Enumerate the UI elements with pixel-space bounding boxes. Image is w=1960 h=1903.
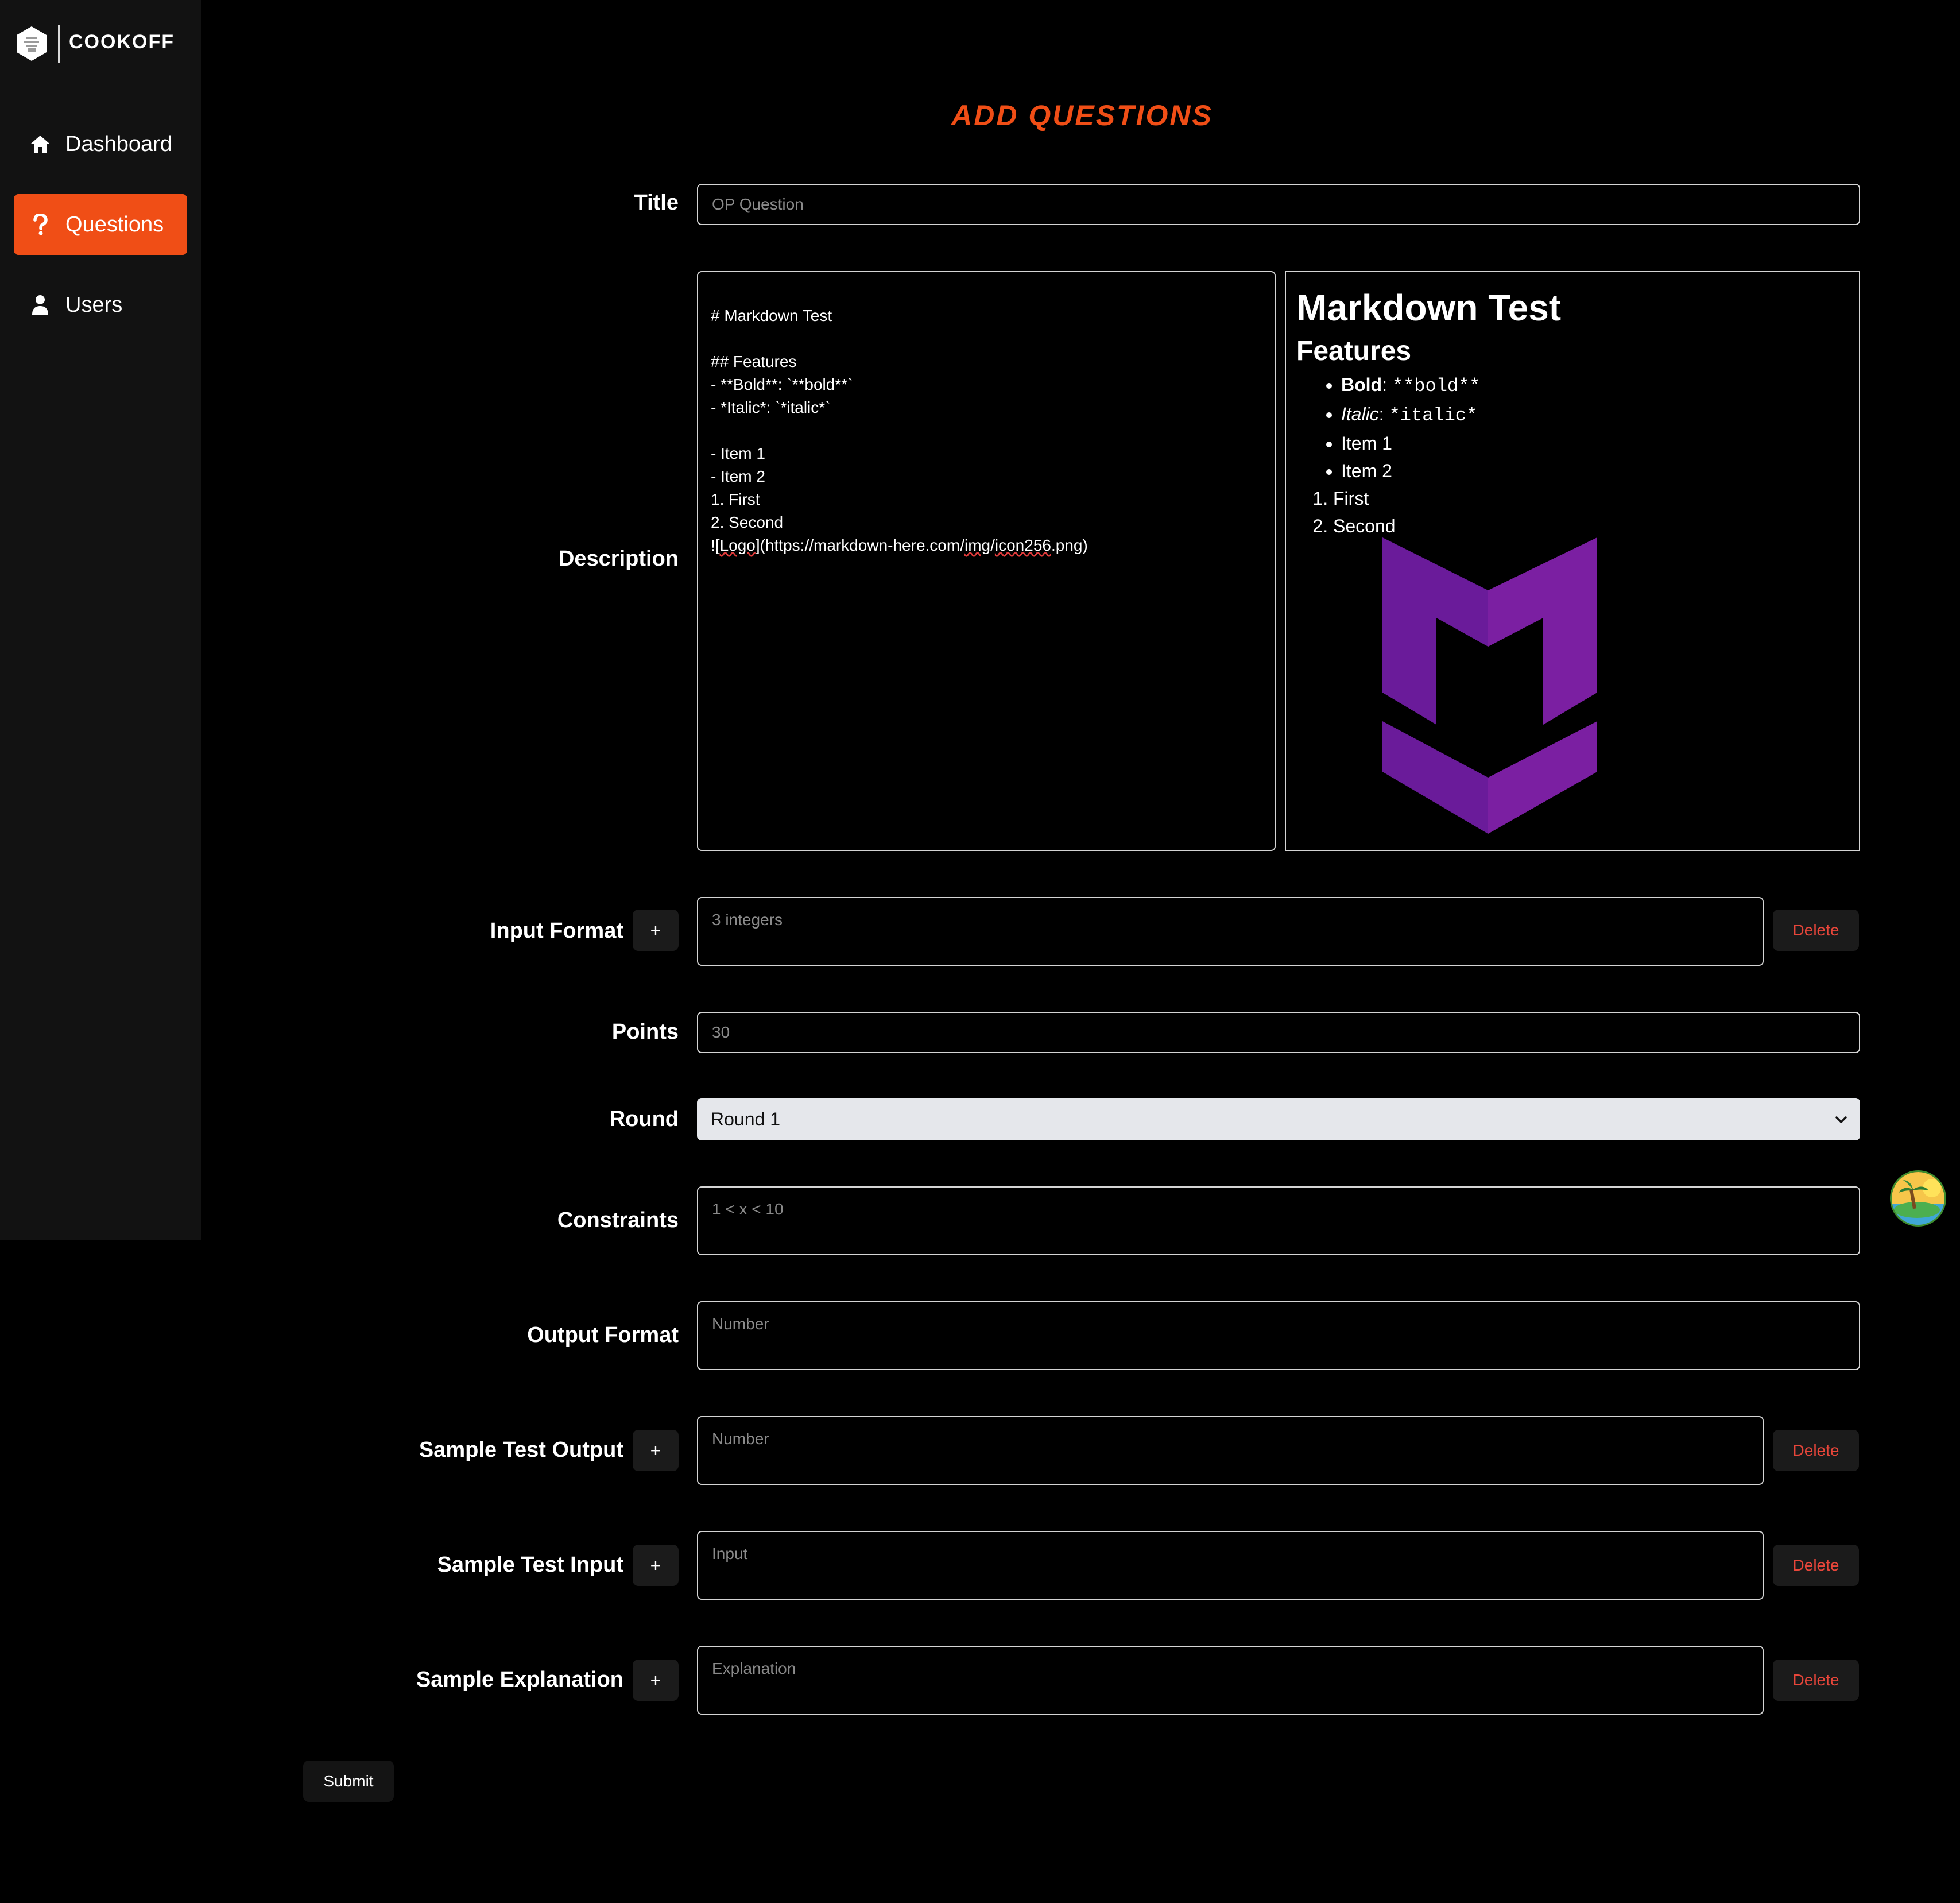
add-sample-test-output-button[interactable]: + [633, 1430, 679, 1471]
list-item: Second [1333, 512, 1849, 540]
list-item: First [1333, 485, 1849, 512]
editor-line: - Item 1 [711, 444, 765, 462]
page-title: ADD QUESTIONS [951, 99, 1213, 131]
list-item: Item 1 [1341, 430, 1849, 457]
add-sample-test-input-button[interactable]: + [633, 1545, 679, 1586]
editor-line: - **Bold**: `**bold**` [711, 376, 853, 393]
title-label: Title [634, 191, 679, 215]
editor-line: # Markdown Test [711, 307, 832, 324]
cookoff-logo-icon [15, 25, 48, 62]
sample-explanation-label: Sample Explanation [416, 1668, 623, 1692]
editor-line: - *Italic*: `*italic*` [711, 399, 831, 416]
sample-test-input-placeholder: Input [712, 1545, 748, 1562]
round-label: Round [609, 1107, 679, 1131]
editor-line: 1. First [711, 490, 760, 508]
input-format-field[interactable]: 3 integers [697, 897, 1764, 966]
points-placeholder: 30 [712, 1023, 730, 1041]
logo-divider [58, 25, 60, 63]
sample-test-input-field[interactable]: Input [697, 1531, 1764, 1600]
add-input-format-button[interactable]: + [633, 910, 679, 951]
editor-line: 2. Second [711, 513, 784, 531]
points-input[interactable]: 30 [697, 1012, 1860, 1053]
list-item: Bold: **bold** [1341, 371, 1849, 400]
delete-input-format-button[interactable]: Delete [1773, 910, 1859, 951]
delete-sample-explanation-button[interactable]: Delete [1773, 1660, 1859, 1701]
preview-heading-1: Markdown Test [1296, 287, 1562, 328]
sidebar-item-label: Dashboard [65, 131, 172, 156]
points-label: Points [611, 1020, 679, 1044]
sample-test-output-label: Sample Test Output [419, 1438, 623, 1462]
list-item: Italic: *italic* [1341, 400, 1849, 430]
add-sample-explanation-button[interactable]: + [633, 1660, 679, 1701]
constraints-placeholder: 1 < x < 10 [712, 1200, 784, 1218]
title-input[interactable]: OP Question [697, 184, 1860, 225]
description-label: Description [558, 547, 679, 571]
sidebar-item-label: Questions [65, 212, 164, 237]
sidebar-item-questions[interactable]: Questions [14, 194, 187, 255]
constraints-field[interactable]: 1 < x < 10 [697, 1186, 1860, 1255]
input-format-placeholder: 3 integers [712, 911, 783, 929]
chevron-down-icon [1834, 1111, 1849, 1125]
preview-ordered-list: First Second [1296, 485, 1849, 540]
constraints-label: Constraints [557, 1208, 679, 1232]
floating-assistant-avatar-icon[interactable] [1890, 1170, 1946, 1227]
editor-line: - Item 2 [711, 467, 765, 485]
delete-sample-test-output-button[interactable]: Delete [1773, 1430, 1859, 1471]
submit-button[interactable]: Submit [303, 1761, 394, 1802]
editor-line: ![Logo](https://markdown-here.com/img/ic… [711, 536, 1088, 554]
sample-test-output-placeholder: Number [712, 1430, 769, 1448]
sample-explanation-field[interactable]: Explanation [697, 1646, 1764, 1715]
output-format-field[interactable]: Number [697, 1301, 1860, 1370]
preview-bullet-list: Bold: **bold** Italic: *italic* Item 1 I… [1296, 371, 1849, 485]
home-icon [29, 133, 52, 156]
sample-test-output-field[interactable]: Number [697, 1416, 1764, 1485]
round-select[interactable]: Round 1 [697, 1098, 1860, 1140]
title-input-placeholder: OP Question [712, 195, 804, 213]
description-editor[interactable]: # Markdown Test ## Features - **Bold**: … [697, 271, 1276, 851]
user-icon [29, 293, 52, 316]
sidebar-item-label: Users [65, 292, 123, 317]
output-format-label: Output Format [527, 1323, 679, 1347]
input-format-label: Input Format [490, 919, 623, 943]
markdown-here-logo-icon [1382, 537, 1597, 834]
preview-heading-2: Features [1296, 336, 1412, 366]
description-preview: Markdown Test Features Bold: **bold** It… [1285, 271, 1860, 851]
question-icon [29, 213, 52, 236]
sidebar-item-dashboard[interactable]: Dashboard [14, 114, 187, 175]
round-select-value: Round 1 [711, 1108, 780, 1130]
editor-line: ## Features [711, 353, 797, 370]
brand-name: COOKOFF [69, 31, 175, 53]
sample-explanation-placeholder: Explanation [712, 1660, 796, 1677]
output-format-placeholder: Number [712, 1315, 769, 1333]
delete-sample-test-input-button[interactable]: Delete [1773, 1545, 1859, 1586]
sidebar-item-users[interactable]: Users [14, 274, 187, 335]
sidebar: COOKOFF Dashboard Questions Users [0, 0, 201, 1240]
sample-test-input-label: Sample Test Input [437, 1553, 623, 1577]
list-item: Item 2 [1341, 457, 1849, 485]
